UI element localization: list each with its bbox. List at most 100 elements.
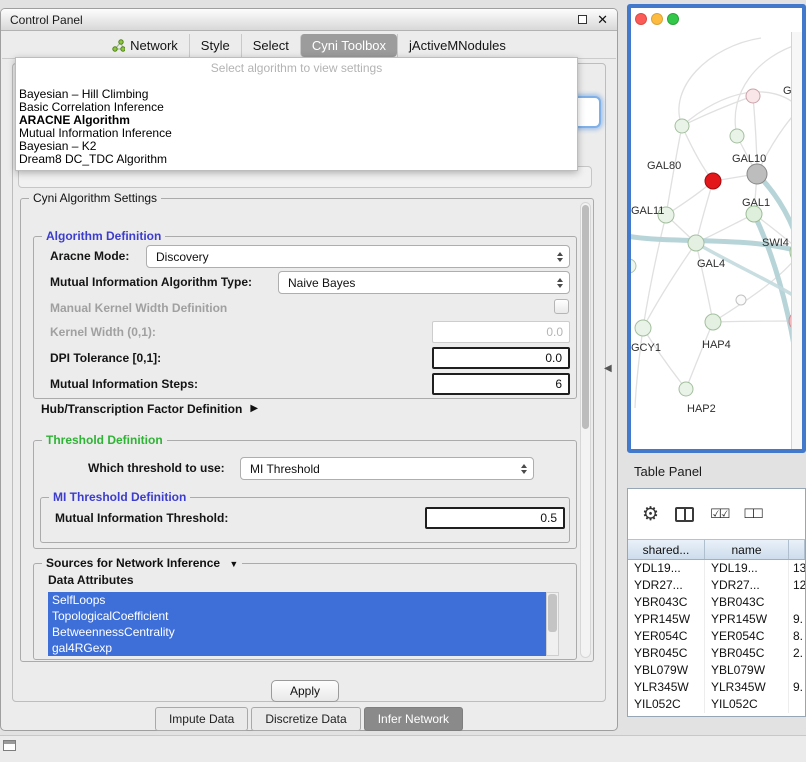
table-cell: YLR345W (628, 679, 705, 696)
network-edge (713, 321, 798, 322)
select-all-checkboxes-icon[interactable]: ☑☑ (710, 506, 727, 522)
hub-section-header[interactable]: Hub/Transcription Factor Definition ▶ (41, 402, 258, 416)
control-panel-titlebar[interactable]: Control Panel ✕ (1, 9, 617, 31)
bottom-tab-impute-data[interactable]: Impute Data (155, 707, 248, 731)
network-node[interactable] (688, 235, 704, 251)
table-row[interactable]: YDR27...YDR27...12 (628, 577, 805, 594)
table-cell (789, 594, 805, 611)
aracne-mode-select[interactable]: Discovery (146, 245, 570, 268)
scrollbar-thumb[interactable] (548, 594, 557, 632)
mi-algorithm-type-select[interactable]: Naive Bayes (278, 271, 570, 294)
table-row[interactable]: YBR045CYBR045C2. (628, 645, 805, 662)
table-cell: YDR27... (705, 577, 789, 594)
kernel-width-label: Kernel Width (0,1): (50, 325, 156, 339)
float-panel-icon[interactable] (578, 15, 587, 24)
settings-scrollbar[interactable] (580, 202, 591, 658)
network-graph[interactable]: GAL80GAL10GAL11GAL1SWI4GAL4GCY1HAP4HAP2G… (631, 8, 802, 449)
table-row[interactable]: YBL079WYBL079W (628, 662, 805, 679)
network-node[interactable] (675, 119, 689, 133)
table-row[interactable]: YBR043CYBR043C (628, 594, 805, 611)
mi-threshold-field[interactable] (425, 507, 565, 529)
close-window-icon[interactable] (635, 13, 647, 25)
columns-icon[interactable] (675, 507, 694, 522)
network-node[interactable] (705, 173, 721, 189)
network-edge (643, 215, 666, 328)
algorithm-option-dream8-dc-tdc-algorithm[interactable]: Dream8 DC_TDC Algorithm (16, 153, 577, 166)
network-edge (696, 243, 713, 322)
network-node[interactable] (631, 259, 636, 273)
sources-section-header[interactable]: Sources for Network Inference ▼ (42, 556, 242, 572)
column-header-partial[interactable] (789, 540, 805, 559)
deselect-all-checkboxes-icon[interactable]: ☐☐ (743, 506, 760, 522)
table-cell: YDR27... (628, 577, 705, 594)
network-node[interactable] (705, 314, 721, 330)
minimize-window-icon[interactable] (651, 13, 663, 25)
panel-splitter-arrow[interactable]: ◀ (604, 363, 612, 374)
network-node[interactable] (746, 89, 760, 103)
algorithm-definition-title: Algorithm Definition (42, 229, 165, 244)
table-row[interactable]: YLR345WYLR345W9. (628, 679, 805, 696)
network-node[interactable] (730, 129, 744, 143)
mi-threshold-definition-group: MI Threshold Definition Mutual Informati… (40, 497, 570, 543)
kernel-width-field[interactable] (432, 321, 570, 343)
column-header-name[interactable]: name (705, 540, 789, 559)
hub-section-label: Hub/Transcription Factor Definition (41, 402, 242, 416)
table-cell: YER054C (705, 628, 789, 645)
table-row[interactable]: YPR145WYPR145W9. (628, 611, 805, 628)
scrollbar-thumb[interactable] (582, 205, 589, 429)
zoom-window-icon[interactable] (667, 13, 679, 25)
table-cell: YLR345W (705, 679, 789, 696)
chevron-right-icon: ▶ (250, 404, 258, 414)
minimized-panel-icon[interactable] (3, 740, 16, 751)
network-edge (682, 126, 713, 181)
network-icon (112, 39, 125, 52)
attribute-list-scrollbar[interactable] (546, 592, 559, 656)
bottom-tab-discretize-data[interactable]: Discretize Data (251, 707, 360, 731)
table-row[interactable]: YER054CYER054C8. (628, 628, 805, 645)
mi-steps-field[interactable] (432, 373, 570, 395)
tab-jactivemnodules[interactable]: jActiveMNodules (397, 34, 517, 57)
network-node[interactable] (635, 320, 651, 336)
network-node[interactable] (736, 295, 746, 305)
table-row[interactable]: YDL19...YDL19...13 (628, 560, 805, 577)
tab-network[interactable]: Network (101, 34, 189, 57)
network-node-label: GAL1 (742, 197, 770, 209)
dpi-tolerance-field[interactable] (432, 347, 570, 369)
table-cell: 2. (789, 645, 805, 662)
table-row[interactable]: YIL052CYIL052C (628, 696, 805, 713)
apply-button[interactable]: Apply (271, 680, 339, 702)
which-threshold-select[interactable]: MI Threshold (240, 457, 534, 480)
tab-label: Select (253, 38, 289, 53)
aracne-mode-value: Discovery (147, 250, 557, 264)
table-cell: YBL079W (705, 662, 789, 679)
combo-stepper-icon (557, 278, 563, 288)
attribute-item-topologicalcoefficient[interactable]: TopologicalCoefficient (48, 608, 546, 624)
bottom-tab-infer-network[interactable]: Infer Network (364, 707, 463, 731)
network-node-label: GCY1 (631, 342, 661, 354)
cyni-algorithm-settings-group: Cyni Algorithm Settings Algorithm Defini… (20, 198, 594, 662)
mi-threshold-label: Mutual Information Threshold: (55, 511, 228, 525)
tab-cyni-toolbox[interactable]: Cyni Toolbox (300, 34, 397, 57)
algorithm-dropdown: Select algorithm to view settings Bayesi… (15, 57, 578, 171)
attribute-item-gal4rgexp[interactable]: gal4RGexp (48, 640, 546, 656)
attribute-item-betweennesscentrality[interactable]: BetweennessCentrality (48, 624, 546, 640)
network-node[interactable] (679, 382, 693, 396)
which-threshold-value: MI Threshold (241, 462, 521, 476)
attribute-list[interactable]: SelfLoopsTopologicalCoefficientBetweenne… (48, 592, 546, 656)
control-panel-title: Control Panel (10, 13, 578, 27)
algorithm-option-mutual-information-inference[interactable]: Mutual Information Inference (16, 127, 577, 140)
close-panel-icon[interactable]: ✕ (597, 13, 608, 26)
attribute-item-selfloops[interactable]: SelfLoops (48, 592, 546, 608)
network-edge (643, 328, 686, 389)
column-header-shared-name[interactable]: shared... (628, 540, 705, 559)
tab-style[interactable]: Style (189, 34, 241, 57)
tab-select[interactable]: Select (241, 34, 300, 57)
table-body: YDL19...YDL19...13YDR27...YDR27...12YBR0… (628, 560, 805, 713)
mi-algorithm-type-label: Mutual Information Algorithm Type: (50, 275, 252, 289)
network-vertical-scrollbar[interactable] (791, 32, 802, 449)
manual-kernel-checkbox[interactable] (554, 299, 569, 314)
gear-icon[interactable]: ⚙ (642, 505, 659, 524)
network-node[interactable] (747, 164, 767, 184)
table-cell: 13 (789, 560, 805, 577)
network-edge (696, 243, 802, 304)
